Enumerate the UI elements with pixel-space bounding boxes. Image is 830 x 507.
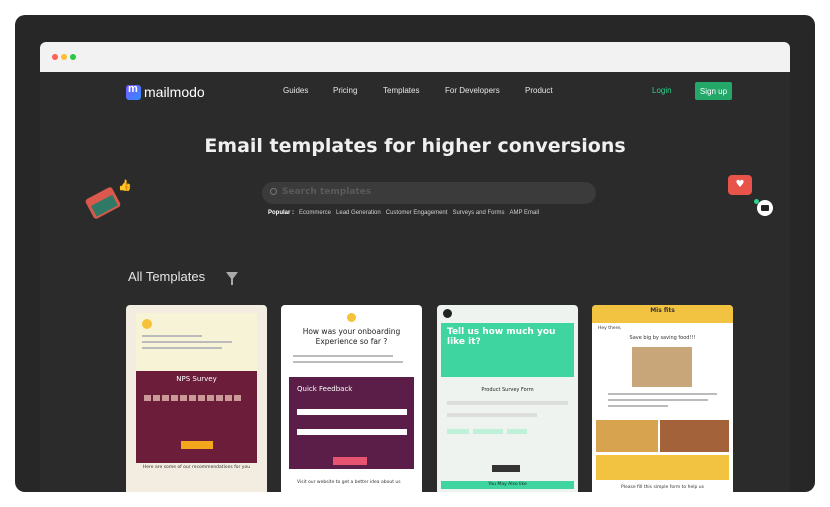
- nav-link-pricing[interactable]: Pricing: [333, 86, 357, 95]
- form-field: [447, 413, 537, 417]
- smiley-icon: [347, 313, 356, 322]
- template-card[interactable]: How was your onboarding Experience so fa…: [281, 305, 422, 492]
- card-greeting: Hey there,: [598, 326, 622, 331]
- option-chip: [507, 429, 527, 434]
- smiley-icon: [142, 319, 152, 329]
- nps-panel: NPS Survey: [136, 371, 257, 463]
- close-window-button[interactable]: [52, 54, 58, 60]
- text-line: [142, 335, 202, 337]
- popular-tag-surveys-forms[interactable]: Surveys and Forms: [452, 210, 504, 216]
- card-heading: NPS Survey: [176, 375, 217, 383]
- card-header-panel: Mis fits: [592, 305, 733, 323]
- maximize-window-button[interactable]: [70, 54, 76, 60]
- card-footer: Visit our website to get a better idea a…: [297, 480, 401, 485]
- text-line: [608, 393, 717, 395]
- option-chip: [473, 429, 503, 434]
- top-nav: mailmodo Guides Pricing Templates For De…: [40, 72, 790, 112]
- vegetables-image: [596, 420, 658, 452]
- nav-link-guides[interactable]: Guides: [283, 86, 308, 95]
- rating-scale: [144, 395, 241, 401]
- card-footer: Please fill this simple form to help us: [621, 485, 704, 490]
- nav-link-templates[interactable]: Templates: [383, 86, 419, 95]
- browser-window: mailmodo Guides Pricing Templates For De…: [40, 42, 790, 492]
- submit-button: [333, 457, 367, 465]
- thumbs-up-icon: 👍: [118, 179, 132, 192]
- produce-box-image: [632, 347, 692, 387]
- feedback-form-panel: Quick Feedback: [289, 377, 414, 469]
- brand-mark-icon: [443, 309, 452, 318]
- search-placeholder: Search templates: [282, 187, 372, 197]
- text-line: [142, 341, 232, 343]
- popular-tags: Popular : Ecommerce Lead Generation Cust…: [268, 210, 544, 216]
- calendar-illustration-icon: [84, 186, 122, 220]
- promo-banner: [596, 455, 729, 480]
- option-chip: [447, 429, 469, 434]
- page-title: Email templates for higher conversions: [204, 135, 626, 157]
- text-line: [293, 361, 403, 363]
- brand-name: mailmodo: [144, 84, 205, 100]
- card-heading: Tell us how much you like it?: [447, 327, 556, 347]
- template-card[interactable]: NPS Survey Here are some of our recommen…: [126, 305, 267, 492]
- brand-logo[interactable]: mailmodo: [126, 83, 205, 100]
- template-card[interactable]: Mis fits Hey there, Save big by saving f…: [592, 305, 733, 492]
- text-line: [608, 399, 708, 401]
- template-card[interactable]: Tell us how much you like it? Product Su…: [437, 305, 578, 492]
- card-footer: Here are some of our recommendations for…: [142, 465, 251, 470]
- search-icon: [270, 188, 277, 195]
- card-heading: How was your onboarding Experience so fa…: [302, 327, 401, 346]
- browser-titlebar: [40, 42, 790, 72]
- screenshot-frame: mailmodo Guides Pricing Templates For De…: [15, 15, 815, 492]
- text-line: [608, 405, 668, 407]
- nav-link-developers[interactable]: For Developers: [445, 86, 500, 95]
- card-brand: Mis fits: [650, 307, 675, 314]
- popular-tag-amp-email[interactable]: AMP Email: [509, 210, 539, 216]
- heart-bubble-icon: ♥: [728, 175, 752, 195]
- form-field: [297, 409, 407, 415]
- form-title: Product Survey Form: [481, 387, 534, 393]
- mailmodo-logo-icon: [126, 83, 141, 100]
- popular-tag-ecommerce[interactable]: Ecommerce: [299, 210, 331, 216]
- card-heading: Save big by saving food!!!: [629, 335, 696, 341]
- minimize-window-button[interactable]: [61, 54, 67, 60]
- form-title: Quick Feedback: [297, 385, 353, 393]
- card-header-panel: Tell us how much you like it?: [441, 323, 574, 377]
- signup-button[interactable]: Sign up: [695, 82, 732, 100]
- food-image: [660, 420, 729, 452]
- next-step-button: [492, 465, 520, 472]
- text-line: [142, 347, 222, 349]
- filter-icon[interactable]: [226, 272, 238, 285]
- search-input[interactable]: Search templates: [262, 182, 596, 204]
- popular-label: Popular :: [268, 210, 295, 216]
- submit-button: [181, 441, 213, 449]
- mail-bubble-icon: [757, 200, 773, 216]
- card-footer: You May Also like: [488, 482, 527, 487]
- section-title: All Templates: [128, 269, 206, 284]
- popular-tag-lead-generation[interactable]: Lead Generation: [336, 210, 381, 216]
- text-line: [293, 355, 393, 357]
- popular-tag-customer-engagement[interactable]: Customer Engagement: [386, 210, 448, 216]
- login-link[interactable]: Login: [652, 86, 672, 95]
- form-field: [297, 429, 407, 435]
- form-field: [447, 401, 568, 405]
- nav-link-product[interactable]: Product: [525, 86, 553, 95]
